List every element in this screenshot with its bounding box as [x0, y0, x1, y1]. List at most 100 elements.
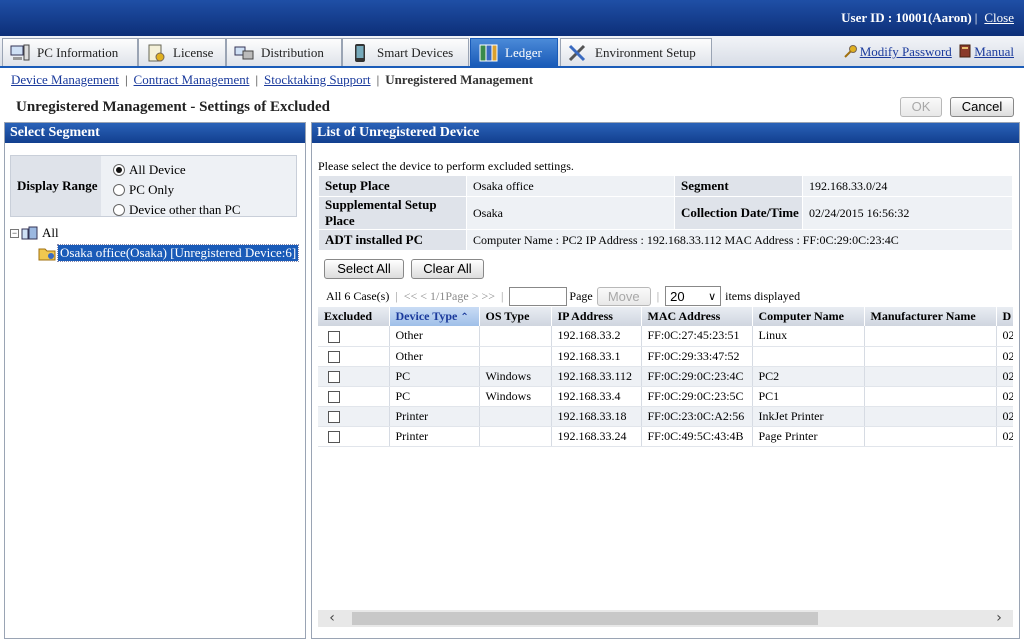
excluded-checkbox[interactable] — [328, 410, 340, 423]
mac-address-cell: FF:0C:29:0C:23:4C — [641, 366, 753, 387]
tab-ledger[interactable]: Ledger — [470, 38, 558, 66]
computer-name-cell: Linux — [752, 326, 865, 347]
segment-label: Segment — [674, 175, 803, 197]
horizontal-scrollbar[interactable]: ‹ › — [318, 610, 1013, 627]
network-icon — [21, 226, 38, 240]
book-icon — [959, 44, 971, 58]
display-range: Display Range All Device PC Only Device … — [10, 155, 297, 217]
mac-address-cell: FF:0C:49:5C:43:4B — [641, 426, 753, 447]
computer-name-cell: PC1 — [752, 386, 865, 407]
tab-smart-devices[interactable]: Smart Devices — [342, 38, 469, 66]
segment-tree: − All Osaka office(Osaka) [Unregistered … — [10, 223, 300, 263]
column-header-ip-address[interactable]: IP Address — [551, 307, 642, 326]
items-displayed-label: items displayed — [725, 288, 801, 303]
user-id-label: User ID : 10001(Aaron) — [841, 10, 972, 25]
mac-address-cell: FF:0C:23:0C:A2:56 — [641, 406, 753, 427]
ok-button[interactable]: OK — [900, 97, 942, 117]
excluded-checkbox[interactable] — [328, 390, 340, 403]
distribution-icon — [234, 46, 254, 59]
collection-datetime-label: Collection Date/Time — [674, 196, 803, 230]
adt-installed-pc-label: ADT installed PC — [318, 229, 467, 251]
column-header-d[interactable]: D — [996, 307, 1013, 326]
manufacturer-name-cell — [864, 366, 997, 387]
display-range-options: All Device PC Only Device other than PC — [101, 156, 296, 217]
manufacturer-name-cell — [864, 426, 997, 447]
column-header-os-type[interactable]: OS Type — [479, 307, 552, 326]
tools-icon — [568, 44, 586, 61]
radio-button[interactable] — [113, 184, 125, 196]
instruction-text: Please select the device to perform excl… — [318, 159, 574, 173]
excluded-checkbox[interactable] — [328, 430, 340, 443]
manual-link[interactable]: Manual — [974, 44, 1014, 59]
tree-node-osaka-office[interactable]: Osaka office(Osaka) [Unregistered Device… — [10, 243, 300, 263]
ip-address-cell: 192.168.33.1 — [551, 346, 642, 367]
radio-pc-only[interactable]: PC Only — [113, 180, 296, 200]
device-type-cell: Other — [389, 346, 480, 367]
collapse-toggle[interactable]: − — [10, 228, 19, 238]
panel-header: Select Segment — [5, 123, 305, 143]
scrollbar-thumb[interactable] — [352, 612, 818, 625]
scroll-right-icon[interactable]: › — [989, 610, 1009, 627]
table-row[interactable]: PC Windows 192.168.33.4 FF:0C:29:0C:23:5… — [318, 386, 1013, 407]
scroll-left-icon[interactable]: ‹ — [322, 610, 342, 627]
radio-button[interactable] — [113, 204, 125, 216]
excluded-checkbox[interactable] — [328, 350, 340, 363]
column-header-mac-address[interactable]: MAC Address — [641, 307, 753, 326]
os-type-cell — [479, 326, 552, 347]
device-type-cell: PC — [389, 386, 480, 407]
column-header-device-type[interactable]: Device Type ⌃ — [389, 307, 480, 326]
d-cell: 02 — [996, 346, 1013, 367]
close-link[interactable]: Close — [984, 10, 1014, 25]
tree-node-all[interactable]: − All — [10, 223, 298, 243]
cancel-button[interactable]: Cancel — [950, 97, 1014, 117]
tab-pc-information[interactable]: PC Information — [2, 38, 138, 66]
column-header-manufacturer-name[interactable]: Manufacturer Name — [864, 307, 997, 326]
contract-management-link[interactable]: Contract Management — [134, 72, 250, 87]
table-row[interactable]: Other 192.168.33.2 FF:0C:27:45:23:51 Lin… — [318, 326, 1013, 347]
radio-device-other-than-pc[interactable]: Device other than PC — [113, 200, 296, 220]
table-row[interactable]: Printer 192.168.33.18 FF:0C:23:0C:A2:56 … — [318, 406, 1013, 427]
os-type-cell: Windows — [479, 386, 552, 407]
page-title: Unregistered Management - Settings of Ex… — [16, 99, 331, 115]
page-number-input[interactable] — [509, 286, 568, 306]
d-cell: 02 — [996, 366, 1013, 387]
items-per-page-select[interactable]: 20 ∨ — [665, 286, 722, 306]
modify-password-link[interactable]: Modify Password — [860, 44, 952, 59]
stocktaking-support-link[interactable]: Stocktaking Support — [264, 72, 371, 87]
select-all-button[interactable]: Select All — [324, 259, 404, 279]
pager: All 6 Case(s) | << < 1/1Page > >> | Page… — [326, 286, 800, 306]
tree-label-selected: Osaka office(Osaka) [Unregistered Device… — [56, 244, 300, 262]
d-cell: 02 — [996, 426, 1013, 447]
radio-label: Device other than PC — [129, 202, 241, 217]
setup-place-value: Osaka office — [466, 175, 675, 197]
excluded-checkbox[interactable] — [328, 330, 340, 343]
radio-all-device[interactable]: All Device — [113, 160, 296, 180]
tab-environment-setup[interactable]: Environment Setup — [560, 38, 712, 66]
case-count: All 6 Case(s) — [326, 288, 390, 303]
ip-address-cell: 192.168.33.4 — [551, 386, 642, 407]
mac-address-cell: FF:0C:29:0C:23:5C — [641, 386, 753, 407]
chevron-down-icon: ∨ — [708, 290, 717, 303]
table-row[interactable]: Printer 192.168.33.24 FF:0C:49:5C:43:4B … — [318, 426, 1013, 447]
radio-button[interactable] — [113, 164, 125, 176]
d-cell: 02 — [996, 326, 1013, 347]
table-row[interactable]: Other 192.168.33.1 FF:0C:29:33:47:52 02 — [318, 346, 1013, 367]
move-button[interactable]: Move — [596, 286, 651, 306]
sort-ascending-icon: ⌃ — [460, 312, 469, 323]
unregistered-device-panel: List of Unregistered Device Please selec… — [311, 122, 1020, 639]
device-management-link[interactable]: Device Management — [11, 72, 119, 87]
clear-all-button[interactable]: Clear All — [411, 259, 484, 279]
excluded-checkbox[interactable] — [328, 370, 340, 383]
tree-label: All — [42, 225, 59, 240]
tab-license[interactable]: License — [138, 38, 226, 66]
tab-distribution[interactable]: Distribution — [226, 38, 342, 66]
os-type-cell: Windows — [479, 366, 552, 387]
tab-label: Environment Setup — [595, 44, 696, 60]
folder-icon — [38, 248, 56, 261]
column-header-computer-name[interactable]: Computer Name — [752, 307, 865, 326]
column-header-excluded[interactable]: Excluded — [318, 307, 390, 326]
tab-label: Smart Devices — [377, 44, 454, 60]
page-label: Page — [569, 288, 593, 303]
computer-name-cell: InkJet Printer — [752, 406, 865, 427]
table-row[interactable]: PC Windows 192.168.33.112 FF:0C:29:0C:23… — [318, 366, 1013, 387]
